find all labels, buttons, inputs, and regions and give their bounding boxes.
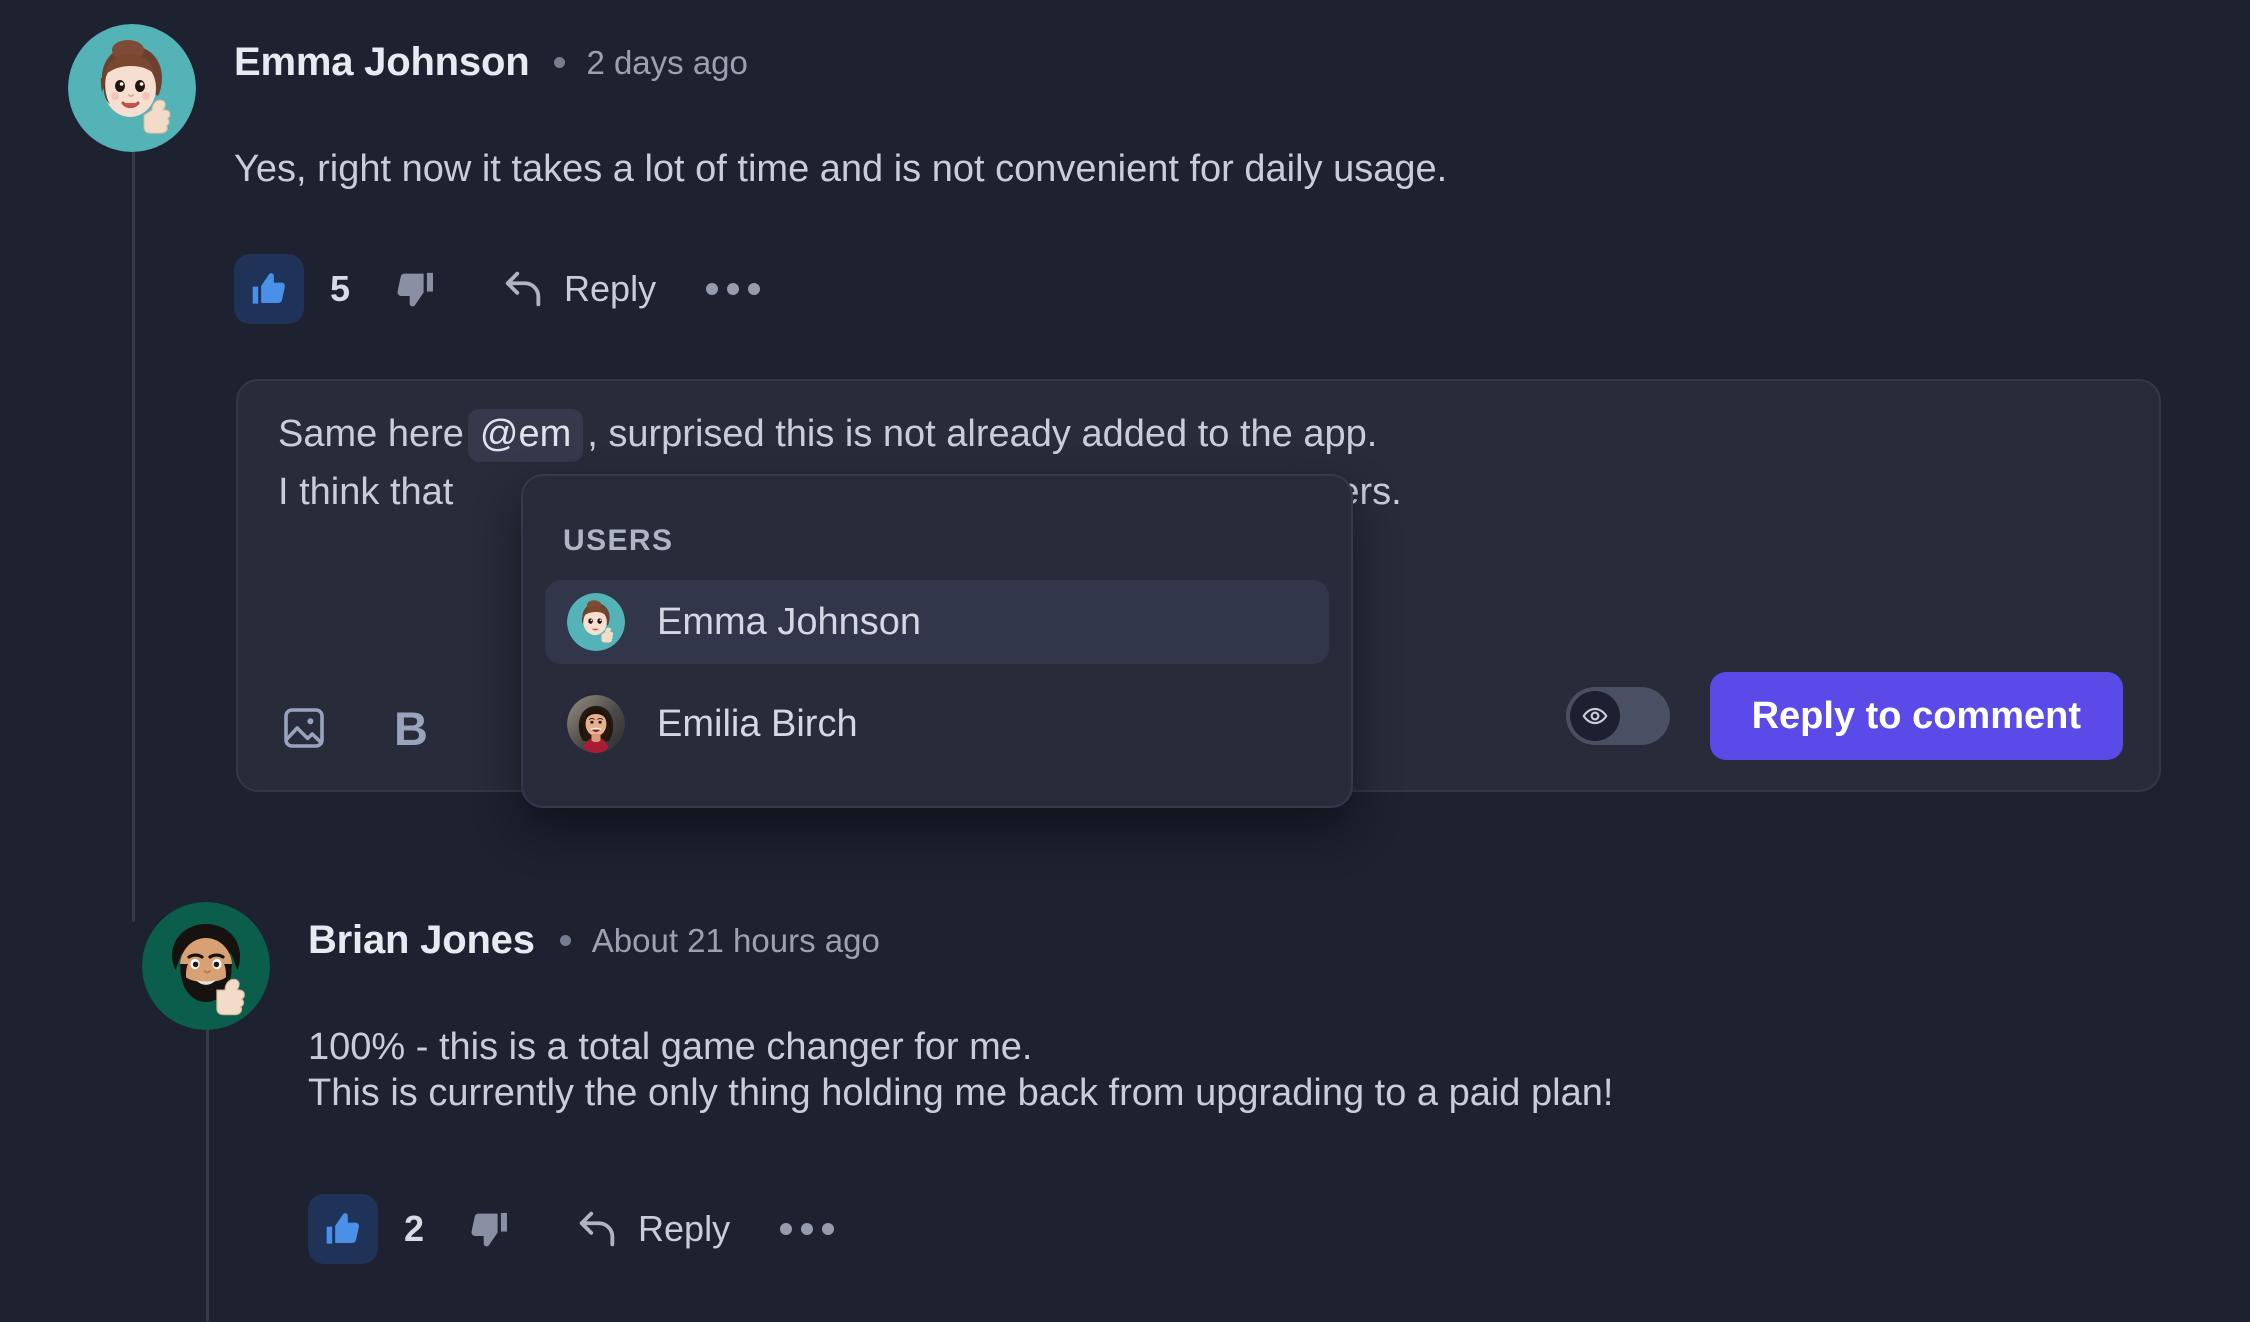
more-dot-1 [780, 1223, 793, 1235]
reply-button[interactable]: Reply [500, 266, 656, 312]
author-name[interactable]: Emma Johnson [234, 40, 530, 85]
avatar-emilia-birch-image [567, 695, 625, 753]
eye-icon [1582, 707, 1608, 725]
reply-button[interactable]: Reply [574, 1206, 730, 1252]
comment-thread-page: Emma Johnson 2 days ago Yes, right now i… [0, 0, 2250, 1322]
mention-autocomplete-dropdown[interactable]: USERS Emma Johnson Emilia Birch [521, 474, 1353, 808]
dropdown-spacer [545, 664, 1329, 682]
reply-editor-line-1: Same here @em , surprised this is not al… [278, 409, 1402, 462]
avatar-emma-johnson-image [567, 593, 625, 651]
reply-text-before-mention: Same here [278, 413, 464, 455]
avatar-brian-jones[interactable] [142, 902, 270, 1030]
avatar-brian-jones-image [142, 902, 270, 1030]
mention-chip[interactable]: @em [467, 409, 584, 462]
mention-user-list: Emma Johnson Emilia Birch [545, 580, 1329, 766]
reply-to-comment-button[interactable]: Reply to comment [1709, 672, 2123, 760]
comment-body: 100% - this is a total game changer for … [308, 1026, 1614, 1115]
dropdown-section-heading: USERS [563, 524, 674, 557]
more-options-button[interactable] [706, 283, 761, 295]
visibility-toggle[interactable] [1565, 687, 1670, 745]
thumbs-down-icon [397, 272, 433, 307]
like-count: 2 [404, 1208, 425, 1249]
mention-option-label: Emma Johnson [657, 600, 922, 643]
dislike-button[interactable] [392, 266, 438, 312]
comment-body: Yes, right now it takes a lot of time an… [234, 148, 1448, 190]
thumbs-up-icon [326, 1213, 359, 1244]
editor-right-controls: Reply to comment [1565, 672, 2123, 760]
like-count: 5 [330, 268, 351, 309]
editor-toolbar: B [280, 704, 428, 752]
mention-option-emma-johnson[interactable]: Emma Johnson [545, 580, 1329, 664]
more-dot-1 [706, 283, 719, 295]
visibility-toggle-knob [1569, 691, 1620, 741]
more-options-button[interactable] [780, 1223, 835, 1235]
reply-arrow-icon [505, 271, 541, 307]
comment-timestamp: About 21 hours ago [591, 921, 880, 959]
thread-line-emma [132, 132, 135, 922]
more-dot-3 [748, 283, 761, 295]
comment-header: Brian Jones About 21 hours ago [308, 918, 880, 963]
more-dot-3 [822, 1223, 835, 1235]
author-name[interactable]: Brian Jones [308, 918, 535, 963]
reply-text-after-mention: , surprised this is not already added to… [587, 413, 1378, 455]
comment-header: Emma Johnson 2 days ago [234, 40, 748, 85]
thread-line-brian [206, 1004, 209, 1322]
avatar-emilia-birch [567, 695, 625, 753]
insert-image-button[interactable] [280, 704, 328, 752]
mention-option-emilia-birch[interactable]: Emilia Birch [545, 682, 1329, 766]
comment-timestamp: 2 days ago [586, 43, 748, 81]
reply-arrow-icon [579, 1211, 615, 1247]
avatar-emma-johnson-image [68, 24, 196, 152]
reply-label: Reply [638, 1208, 731, 1249]
mention-option-label: Emilia Birch [657, 702, 858, 745]
meta-separator-dot [554, 57, 566, 68]
avatar-emma-johnson[interactable] [68, 24, 196, 152]
comment-actions: 2 Reply [308, 1194, 835, 1264]
more-dot-2 [801, 1223, 814, 1235]
avatar-emma-johnson [567, 593, 625, 651]
meta-separator-dot [559, 935, 571, 946]
reply-text-line2-before: I think that [278, 471, 454, 513]
thumbs-up-icon [252, 273, 285, 304]
comment-actions: 5 Reply [234, 254, 761, 324]
dislike-button[interactable] [466, 1206, 512, 1252]
image-icon [284, 708, 324, 748]
thumbs-down-icon [471, 1212, 507, 1247]
like-button[interactable] [234, 254, 304, 324]
reply-label: Reply [564, 268, 657, 309]
like-button[interactable] [308, 1194, 378, 1264]
more-dot-2 [727, 283, 740, 295]
bold-button[interactable]: B [394, 705, 428, 752]
bold-icon: B [394, 701, 428, 755]
